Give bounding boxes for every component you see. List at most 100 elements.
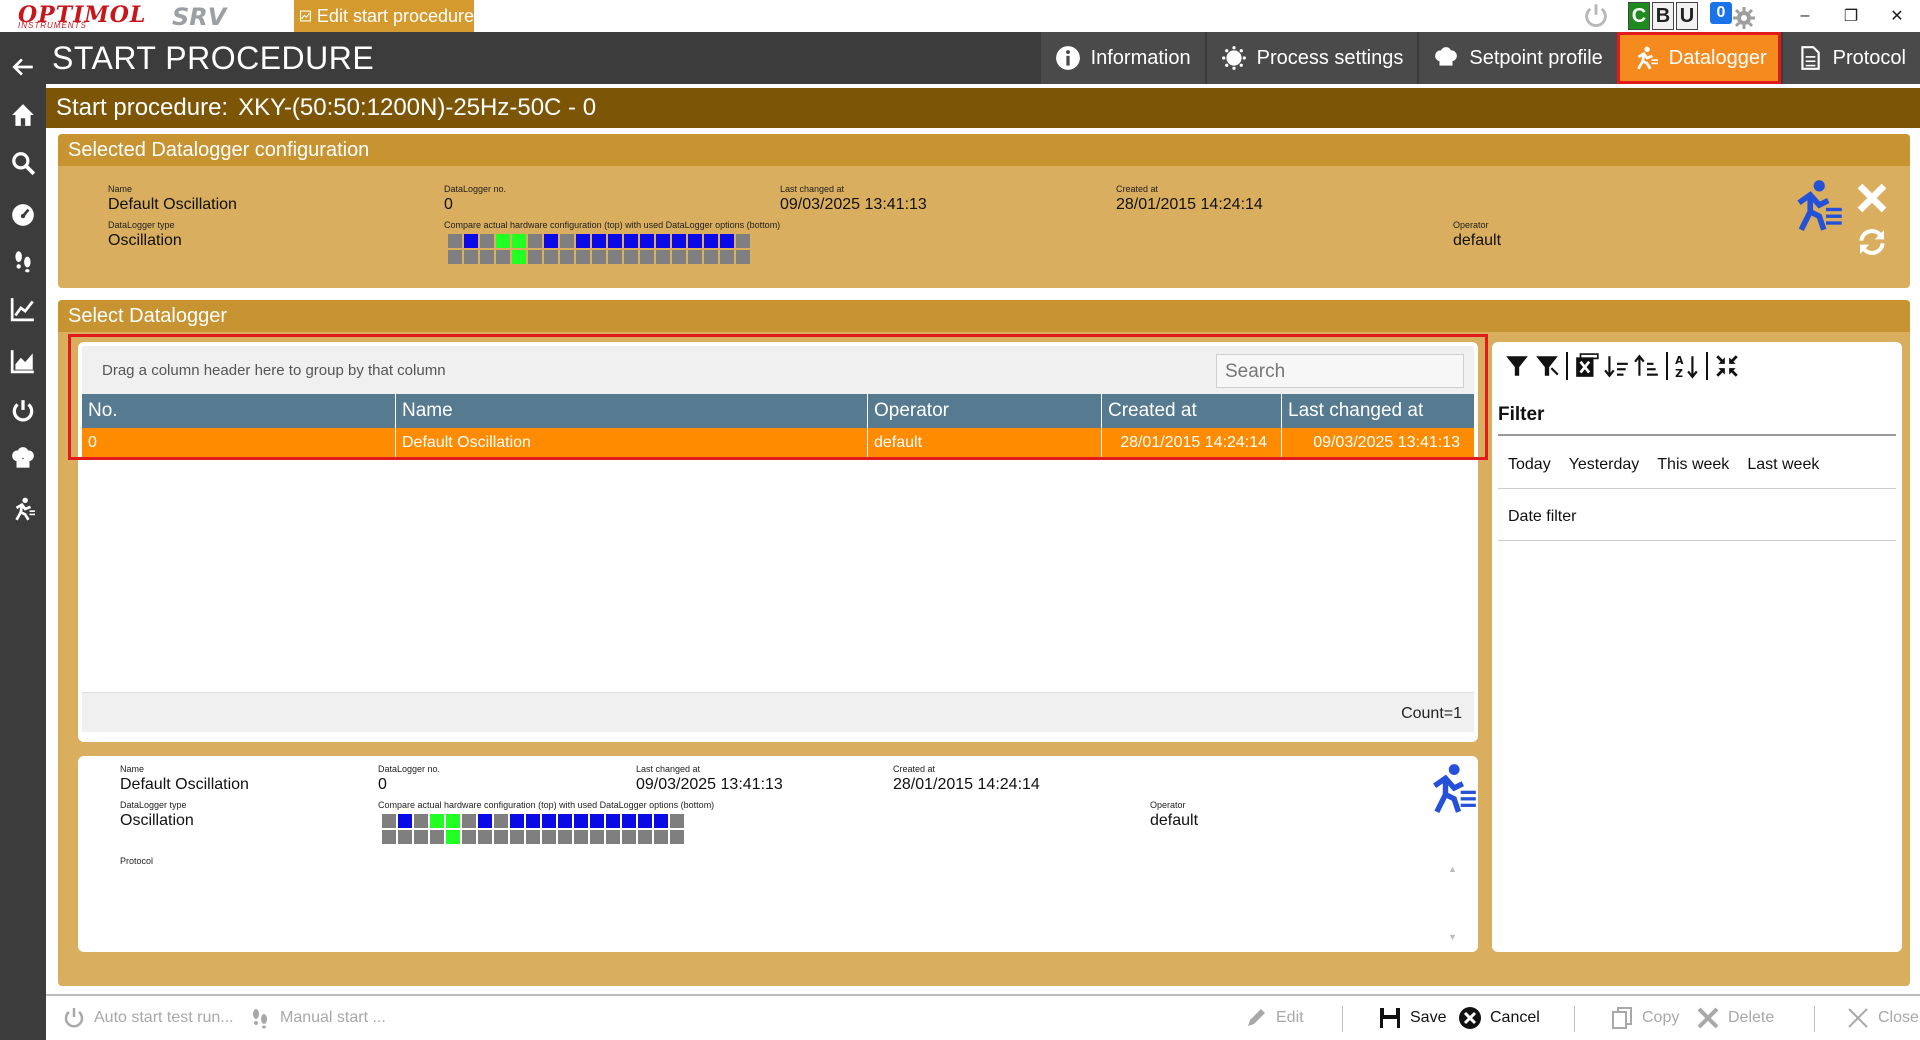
filter-icon[interactable] — [1504, 352, 1530, 380]
close-window-button[interactable]: ✕ — [1874, 0, 1920, 32]
hardware-cell — [446, 830, 460, 844]
tab-information[interactable]: Information — [1038, 32, 1205, 84]
logo-subtext: INSTRUMENTS — [18, 21, 87, 30]
cancel-button[interactable]: Cancel — [1458, 1006, 1540, 1030]
hardware-cell — [448, 234, 462, 248]
sort-az-icon[interactable]: AZ — [1674, 352, 1700, 380]
manual-steps-button[interactable] — [0, 238, 46, 284]
chart-icon — [300, 10, 311, 22]
gear-icon[interactable] — [1732, 6, 1756, 30]
indicator-c[interactable]: C — [1628, 2, 1650, 30]
datalogger-runner-icon — [1433, 764, 1476, 814]
power-icon — [64, 1008, 84, 1028]
filter-option-yesterday[interactable]: Yesterday — [1569, 456, 1640, 474]
delete-button[interactable]: Delete — [1696, 1006, 1774, 1030]
edit-button[interactable]: Edit — [1244, 1006, 1304, 1030]
filter-title: Filter — [1498, 404, 1545, 425]
restore-button[interactable]: ❐ — [1828, 0, 1874, 32]
save-button[interactable]: Save — [1378, 1006, 1446, 1030]
detail-name-value: Default Oscillation — [120, 776, 249, 793]
svg-text:A: A — [1675, 354, 1684, 367]
power-icon[interactable] — [1582, 2, 1610, 30]
tab-process-settings[interactable]: Process settings — [1204, 32, 1418, 84]
hardware-cell — [688, 234, 702, 248]
header-tabs: Information Process settings Setpoint pr… — [1038, 32, 1920, 84]
hardware-cell — [560, 234, 574, 248]
edit-start-procedure-tab[interactable]: Edit start procedure — [294, 0, 474, 32]
refresh-config-icon[interactable] — [1856, 226, 1888, 258]
datalogger-runner-icon — [1797, 180, 1842, 232]
copy-button[interactable]: Copy — [1610, 1006, 1679, 1030]
grid-highlight-box — [68, 334, 1488, 460]
hardware-cell — [608, 234, 622, 248]
back-button[interactable] — [0, 44, 46, 90]
minimize-button[interactable]: – — [1782, 0, 1828, 32]
indicator-b[interactable]: B — [1652, 2, 1674, 30]
hardware-cell — [654, 830, 668, 844]
manual-start-button[interactable]: Manual start ... — [248, 1006, 386, 1030]
chart-button[interactable] — [0, 286, 46, 332]
tab-protocol[interactable]: Protocol — [1780, 32, 1920, 84]
tab-datalogger[interactable]: Datalogger — [1616, 32, 1781, 84]
filter-option-this-week[interactable]: This week — [1657, 456, 1729, 474]
detail-compare-label: Compare actual hardware configuration (t… — [378, 800, 715, 810]
area-chart-button[interactable] — [0, 338, 46, 384]
close-label: Close — [1878, 1009, 1919, 1026]
hardware-cell — [622, 830, 636, 844]
hardware-cell — [494, 814, 508, 828]
hardware-cell — [656, 250, 670, 264]
sort-ascending-icon[interactable] — [1604, 352, 1630, 380]
notifications[interactable]: 0 — [1710, 2, 1758, 30]
filter-option-last-week[interactable]: Last week — [1747, 456, 1819, 474]
hardware-cell — [462, 814, 476, 828]
home-button[interactable] — [0, 92, 46, 138]
power-button[interactable] — [0, 388, 46, 434]
scroll-up-icon[interactable]: ▲ — [1448, 864, 1457, 874]
page-title: START PROCEDURE — [52, 40, 375, 76]
hardware-cell — [656, 234, 670, 248]
config-compare-label: Compare actual hardware configuration (t… — [444, 220, 781, 230]
area-chart-icon — [10, 350, 34, 374]
hardware-cell — [464, 250, 478, 264]
hardware-cell — [670, 814, 684, 828]
save-icon — [1380, 1008, 1400, 1028]
auto-start-button[interactable]: Auto start test run... — [62, 1006, 234, 1030]
selected-config-panel: Selected Datalogger configuration Name D… — [58, 134, 1910, 288]
date-filter[interactable]: Date filter — [1508, 508, 1576, 526]
hardware-cell — [510, 814, 524, 828]
setpoint-button[interactable] — [0, 436, 46, 482]
hardware-cell — [496, 250, 510, 264]
export-excel-icon[interactable] — [1574, 352, 1600, 380]
sort-descending-icon[interactable] — [1634, 352, 1660, 380]
detail-created-value: 28/01/2015 14:24:14 — [893, 776, 1040, 793]
hardware-cell — [720, 250, 734, 264]
tab-setpoint-profile[interactable]: Setpoint profile — [1417, 32, 1617, 84]
hardware-cell — [544, 234, 558, 248]
tab-setpoint-profile-label: Setpoint profile — [1469, 46, 1603, 69]
filter-option-today[interactable]: Today — [1508, 456, 1551, 474]
hardware-cell — [544, 250, 558, 264]
remove-config-icon[interactable] — [1856, 182, 1888, 214]
setpoint-profile-icon — [1435, 47, 1458, 66]
filter-clear-icon[interactable] — [1534, 352, 1560, 380]
optimol-logo: OPTIMOL INSTRUMENTS — [14, 2, 154, 30]
footprints-icon — [253, 1009, 267, 1029]
indicator-u[interactable]: U — [1676, 2, 1698, 30]
collapse-icon[interactable] — [1714, 352, 1740, 380]
scroll-down-icon[interactable]: ▼ — [1448, 932, 1457, 942]
edit-tab-label: Edit start procedure — [316, 5, 474, 26]
hardware-cell — [382, 830, 396, 844]
hardware-cell — [574, 814, 588, 828]
hardware-cell — [574, 830, 588, 844]
procedure-subheader: Start procedure: XKY-(50:50:1200N)-25Hz-… — [46, 88, 1920, 128]
hardware-cell — [510, 830, 524, 844]
gauge-button[interactable] — [0, 192, 46, 238]
delete-icon — [1697, 1007, 1719, 1029]
hardware-cell — [462, 830, 476, 844]
datalogger-button[interactable] — [0, 486, 46, 532]
search-button[interactable] — [0, 140, 46, 186]
hardware-cell — [528, 250, 542, 264]
close-button[interactable]: Close — [1846, 1006, 1919, 1030]
hardware-cell — [430, 830, 444, 844]
procedure-label: Start procedure: — [56, 94, 229, 121]
